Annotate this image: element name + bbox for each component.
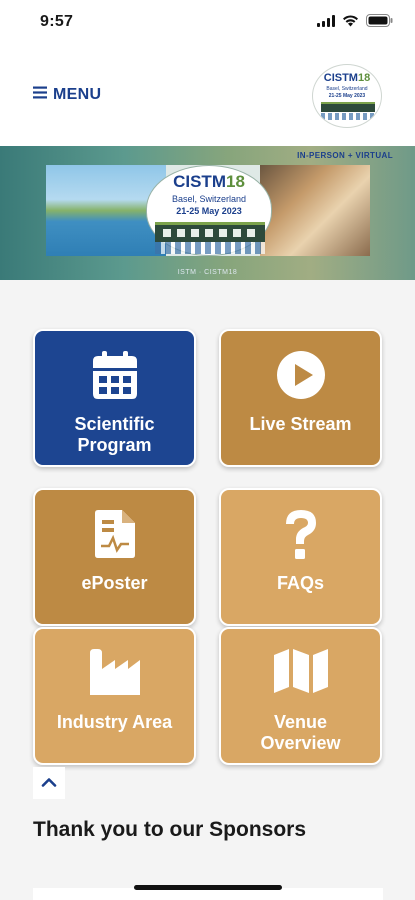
tile-label: Scientific Program	[74, 414, 155, 455]
menu-button[interactable]: MENU	[33, 86, 101, 104]
banner-image: CISTM18 Basel, Switzerland 21-25 May 202…	[46, 165, 370, 256]
signal-icon	[317, 14, 335, 32]
collapse-button[interactable]	[33, 767, 65, 799]
logo-city: Basel, Switzerland	[326, 86, 368, 92]
banner-laptop-photo	[260, 165, 370, 256]
home-indicator[interactable]	[134, 885, 282, 890]
status-icons	[317, 14, 393, 32]
conference-banner[interactable]: IN-PERSON + VIRTUAL CISTM18 Basel, Switz…	[0, 146, 415, 280]
badge-waves-graphic	[155, 242, 265, 254]
logo-title: CISTM18	[323, 72, 371, 84]
banner-badge: CISTM18 Basel, Switzerland 21-25 May 202…	[146, 165, 272, 256]
tile-label: Live Stream	[249, 414, 352, 434]
eposter-tile[interactable]: ePoster	[33, 488, 196, 626]
status-time: 9:57	[40, 13, 74, 30]
badge-dates: 21-25 May 2023	[176, 206, 242, 216]
logo-waves-graphic	[321, 113, 375, 120]
conference-logo: CISTM18 Basel, Switzerland 21-25 May 202…	[312, 64, 382, 128]
tile-label: Industry Area	[56, 712, 173, 732]
banner-tag: IN-PERSON + VIRTUAL	[297, 151, 393, 160]
question-mark-icon	[221, 510, 380, 560]
venue-overview-tile[interactable]: Venue Overview	[219, 627, 382, 765]
sponsors-heading: Thank you to our Sponsors	[33, 818, 307, 841]
tile-label: ePoster	[81, 573, 148, 593]
badge-city: Basel, Switzerland	[171, 194, 247, 204]
poster-document-icon	[35, 510, 194, 558]
status-bar: 9:57	[0, 0, 415, 46]
battery-icon	[366, 14, 393, 32]
calendar-icon	[35, 351, 194, 399]
menu-label: MENU	[53, 86, 102, 103]
hamburger-icon	[33, 86, 47, 104]
badge-title: CISTM18	[173, 172, 245, 191]
app-header: MENU CISTM18 Basel, Switzerland 21-25 Ma…	[0, 46, 415, 146]
badge-ferry-graphic	[155, 222, 265, 242]
play-icon	[221, 351, 380, 399]
faqs-tile[interactable]: FAQs	[219, 488, 382, 626]
tile-label: FAQs	[276, 573, 324, 593]
banner-footer: ISTM · CISTM18	[177, 269, 238, 276]
logo-dates: 21-25 May 2023	[328, 93, 366, 99]
chevron-up-icon	[41, 774, 57, 792]
live-stream-tile[interactable]: Live Stream	[219, 329, 382, 467]
map-icon	[221, 649, 380, 693]
logo-ferry-graphic	[321, 102, 375, 112]
scientific-program-tile[interactable]: Scientific Program	[33, 329, 196, 467]
industry-area-tile[interactable]: Industry Area	[33, 627, 196, 765]
wifi-icon	[342, 14, 359, 32]
factory-icon	[35, 649, 194, 695]
tile-label: Venue Overview	[260, 712, 341, 753]
